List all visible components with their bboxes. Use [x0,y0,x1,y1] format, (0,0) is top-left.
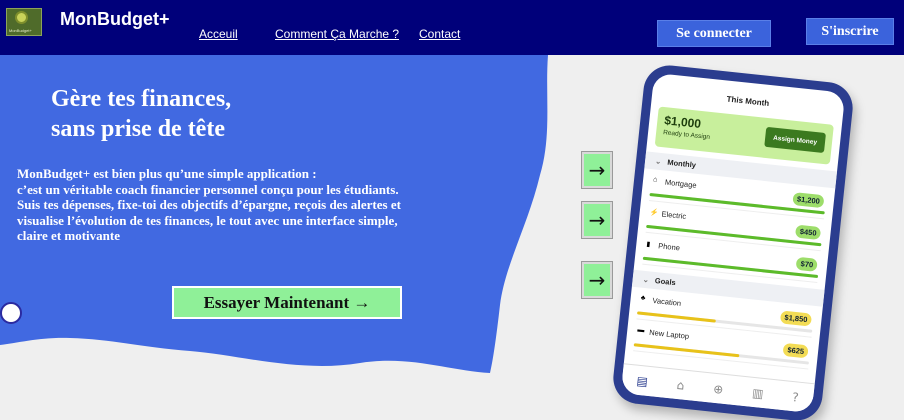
signup-button[interactable]: S'inscrire [806,18,894,45]
nav-link-accueil[interactable]: Acceuil [199,27,238,41]
item-amount: $70 [796,256,818,272]
phone-icon: ▮ [646,240,651,249]
assign-subtitle: Ready to Assign [662,129,711,141]
logo-text: MonBudget+ [9,28,32,33]
hero-title-line-2: sans prise de tête [51,116,225,142]
item-name: Phone [657,241,681,253]
nav-link-comment-ca-marche[interactable]: Comment Ça Marche ? [275,27,399,41]
item-amount: $1,850 [779,310,813,327]
nav-link-contact[interactable]: Contact [419,27,460,41]
item-amount: $450 [795,224,822,241]
arrow-button-1[interactable]: → [582,152,612,188]
hero-title: Gère tes finances, sans prise de tête [51,84,231,144]
hero-title-line-1: Gère tes finances, [51,86,232,112]
item-name: Vacation [652,295,682,308]
chevron-down-icon: ⌄ [642,274,650,285]
item-name: Mortgage [664,177,697,190]
progress-fill [633,343,739,358]
phone-screen: This Month $1,000 Ready to Assign Assign… [620,72,846,414]
assign-amount: $1,000 [663,113,702,131]
assign-money-button[interactable]: Assign Money [764,126,826,154]
monthly-label: Monthly [666,157,697,170]
radio-button[interactable] [0,302,22,324]
reports-tab-icon[interactable]: ▥ [751,385,764,400]
goals-label: Goals [654,276,677,288]
item-amount: $625 [782,342,809,359]
arrow-button-3[interactable]: → [582,262,612,298]
logo[interactable]: MonBudget+ [6,8,42,36]
item-name: New Laptop [648,327,690,341]
arrow-button-2[interactable]: → [582,202,612,238]
plug-icon: ⚡ [649,209,659,218]
palm-tree-icon: ♣ [640,294,646,303]
top-nav-bar: MonBudget+ MonBudget+ Acceuil Comment Ça… [0,0,904,55]
brand-name[interactable]: MonBudget+ [60,9,170,30]
item-amount: $1,200 [792,192,825,209]
item-name: Electric [661,209,687,221]
hero-description: MonBudget+ est bien plus qu’une simple a… [17,166,401,243]
chevron-down-icon: ⌄ [654,156,662,167]
bank-tab-icon[interactable]: ⌂ [676,377,685,392]
login-button[interactable]: Se connecter [657,20,771,47]
phone-mockup: This Month $1,000 Ready to Assign Assign… [610,62,856,420]
house-icon: ⌂ [652,176,658,184]
help-tab-icon[interactable]: ? [792,390,800,405]
add-tab-icon[interactable]: ⊕ [713,381,724,396]
try-now-button[interactable]: Essayer Maintenant → [172,286,402,319]
phone-tab-bar: ▤ ⌂ ⊕ ▥ ? [620,363,815,414]
laptop-icon: ▬ [637,326,645,335]
logo-coin-icon [15,11,28,24]
budget-tab-icon[interactable]: ▤ [636,373,649,388]
